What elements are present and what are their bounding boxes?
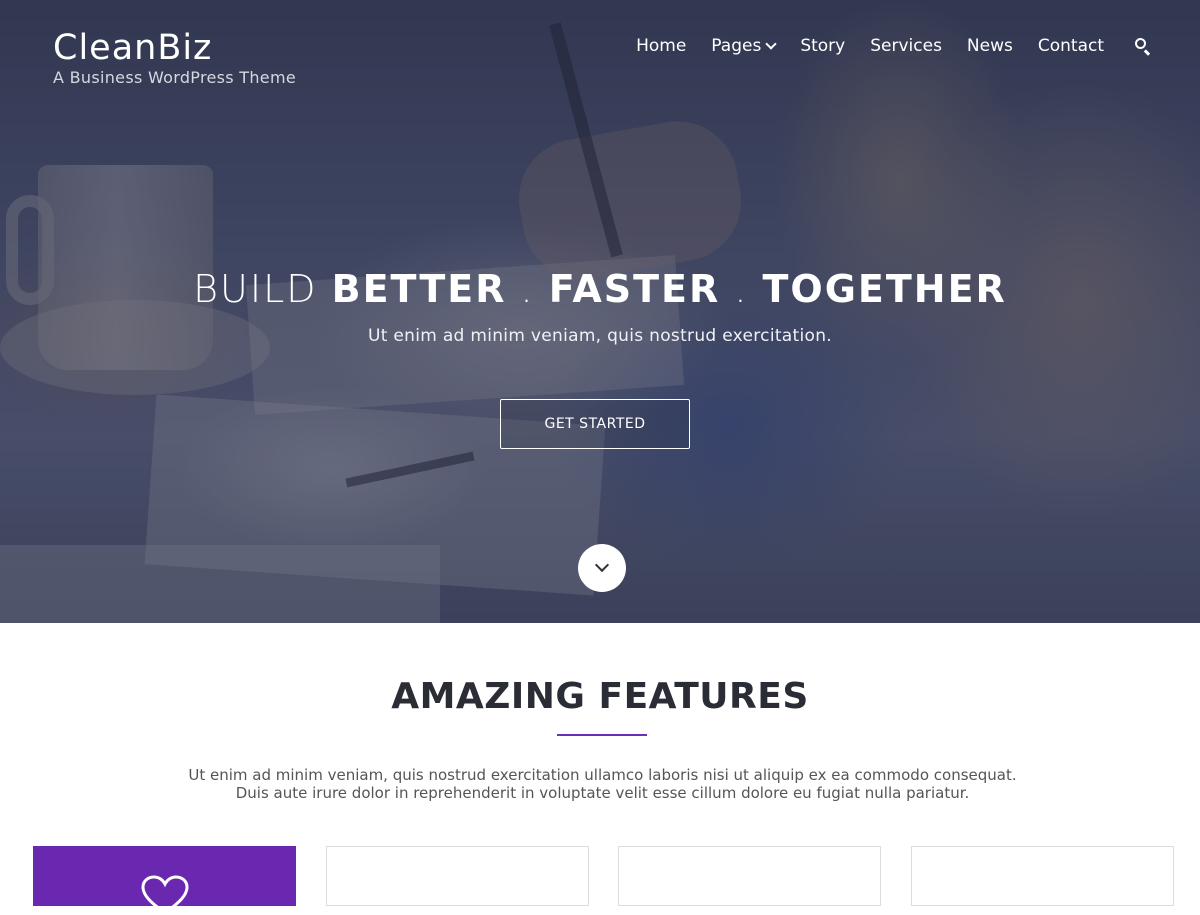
heart-icon bbox=[141, 875, 189, 915]
search-icon-lens bbox=[1135, 38, 1146, 49]
main-nav: Home Pages Story Services News Contact bbox=[611, 36, 1152, 56]
features-description: Ut enim ad minim veniam, quis nostrud ex… bbox=[150, 766, 1055, 802]
feature-card-4[interactable] bbox=[911, 846, 1174, 906]
hero-title-part-3: TOGETHER bbox=[762, 267, 1007, 311]
chevron-down-icon bbox=[765, 38, 777, 50]
site-title[interactable]: CleanBiz bbox=[53, 28, 296, 68]
site-header: CleanBiz A Business WordPress Theme Home… bbox=[0, 0, 1200, 110]
hero-title-light: BUILD bbox=[193, 267, 318, 311]
nav-item-label: Contact bbox=[1037, 36, 1104, 56]
nav-item-label: Story bbox=[800, 36, 846, 56]
features-section: AMAZING FEATURES Ut enim ad minim veniam… bbox=[0, 623, 1200, 915]
nav-item-label: Home bbox=[636, 36, 687, 56]
nav-item-story[interactable]: Story bbox=[800, 36, 845, 56]
features-title-underline bbox=[557, 734, 647, 736]
search-icon-handle bbox=[1144, 49, 1151, 56]
hero-subtitle: Ut enim ad minim veniam, quis nostrud ex… bbox=[368, 326, 832, 346]
features-description-line-1: Ut enim ad minim veniam, quis nostrud ex… bbox=[188, 766, 1017, 784]
nav-item-label: News bbox=[966, 36, 1013, 56]
nav-item-services[interactable]: Services bbox=[870, 36, 942, 56]
hero-title-separator: . bbox=[506, 267, 549, 311]
hero-title-separator: . bbox=[720, 267, 763, 311]
feature-card-2[interactable] bbox=[326, 846, 589, 906]
nav-item-contact[interactable]: Contact bbox=[1038, 36, 1104, 56]
chevron-down-icon bbox=[594, 557, 610, 573]
scroll-down-button[interactable] bbox=[578, 544, 626, 592]
site-branding: CleanBiz A Business WordPress Theme bbox=[53, 28, 296, 87]
features-description-line-2: Duis aute irure dolor in reprehenderit i… bbox=[235, 784, 970, 802]
feature-card-1[interactable] bbox=[33, 846, 296, 915]
site-tagline: A Business WordPress Theme bbox=[53, 68, 296, 87]
search-icon[interactable] bbox=[1134, 37, 1152, 56]
nav-item-pages[interactable]: Pages bbox=[711, 36, 777, 56]
feature-card-3[interactable] bbox=[618, 846, 881, 906]
get-started-button[interactable]: GET STARTED bbox=[500, 399, 690, 449]
features-title: AMAZING FEATURES bbox=[391, 676, 809, 717]
hero-title: BUILD BETTER . FASTER . TOGETHER bbox=[0, 266, 1200, 312]
nav-item-news[interactable]: News bbox=[967, 36, 1013, 56]
hero-section: CleanBiz A Business WordPress Theme Home… bbox=[0, 0, 1200, 623]
nav-item-home[interactable]: Home bbox=[636, 36, 686, 56]
hero-title-part-1: BETTER bbox=[331, 267, 507, 311]
nav-item-label: Pages bbox=[711, 36, 762, 56]
hero-title-part-2: FASTER bbox=[548, 267, 721, 311]
hero-content: BUILD BETTER . FASTER . TOGETHER Ut enim… bbox=[0, 266, 1200, 346]
nav-item-label: Services bbox=[870, 36, 942, 56]
